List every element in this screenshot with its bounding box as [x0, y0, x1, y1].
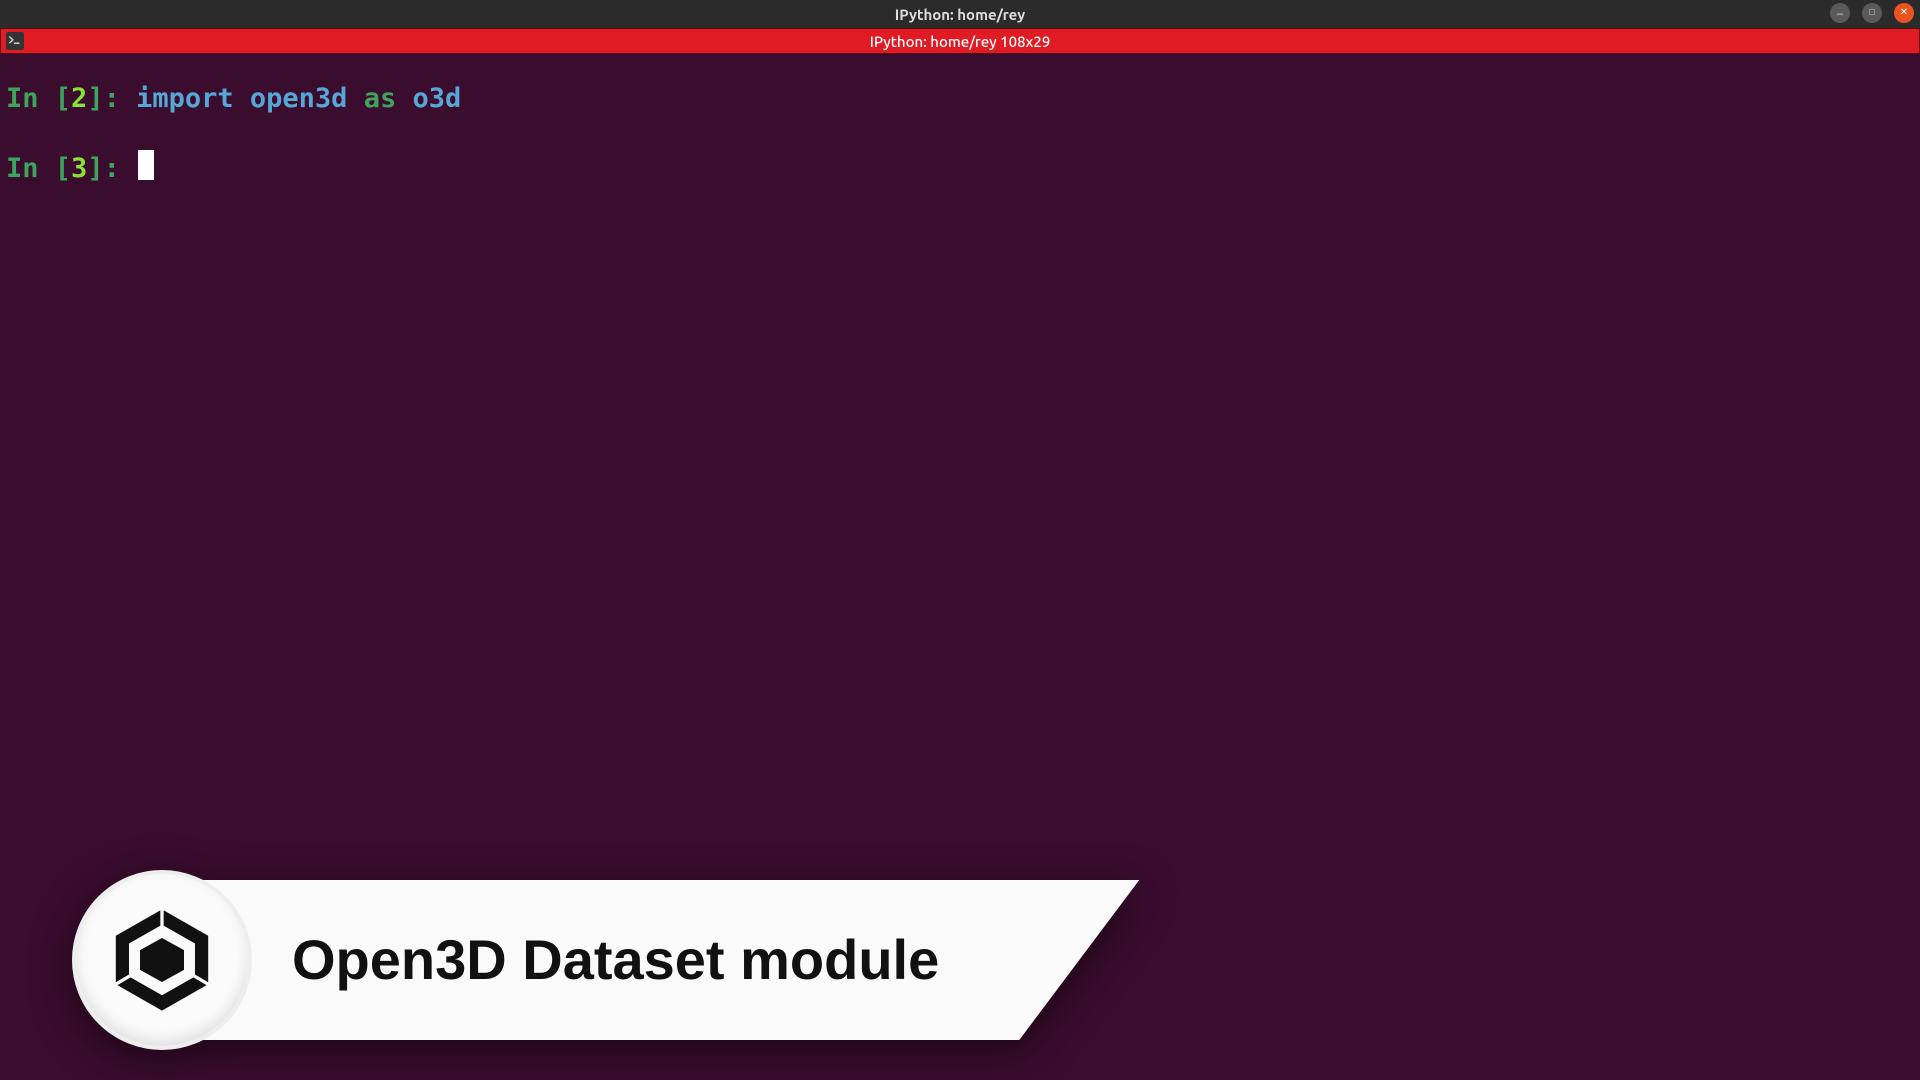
keyword-import: import [136, 80, 234, 118]
prompt-in: In [6, 150, 55, 188]
module-name: open3d [250, 80, 348, 118]
statusbar-text: IPython: home/rey 108x29 [870, 33, 1051, 50]
window-title: IPython: home/rey [895, 6, 1026, 23]
prompt-bracket: ]: [87, 80, 136, 118]
video-lower-third: Open3D Dataset module [72, 870, 1139, 1050]
window-controls [1830, 3, 1914, 23]
prompt-number: 3 [71, 150, 87, 188]
prompt-bracket: [ [55, 80, 71, 118]
prompt-number: 2 [71, 80, 87, 118]
open3d-logo-icon [107, 905, 217, 1015]
terminal-body[interactable]: In [2]: import open3d as o3d In [3]: Ope… [0, 54, 1920, 1080]
window-titlebar: IPython: home/rey [0, 0, 1920, 28]
terminal-line: In [3]: [6, 150, 1914, 188]
prompt-in: In [6, 80, 55, 118]
prompt-bracket: [ [55, 150, 71, 188]
lower-third-title: Open3D Dataset module [292, 921, 939, 999]
cursor-block [138, 150, 154, 180]
maximize-button[interactable] [1862, 3, 1882, 23]
prompt-bracket: ]: [87, 150, 136, 188]
alias-name: o3d [413, 80, 462, 118]
logo-circle [72, 870, 252, 1050]
minimize-button[interactable] [1830, 3, 1850, 23]
lower-third-banner: Open3D Dataset module [172, 880, 1139, 1040]
keyword-as: as [364, 80, 397, 118]
close-button[interactable] [1894, 3, 1914, 23]
terminal-app-icon [6, 32, 24, 50]
terminal-line: In [2]: import open3d as o3d [6, 80, 1914, 118]
terminal-statusbar: IPython: home/rey 108x29 [0, 28, 1920, 54]
